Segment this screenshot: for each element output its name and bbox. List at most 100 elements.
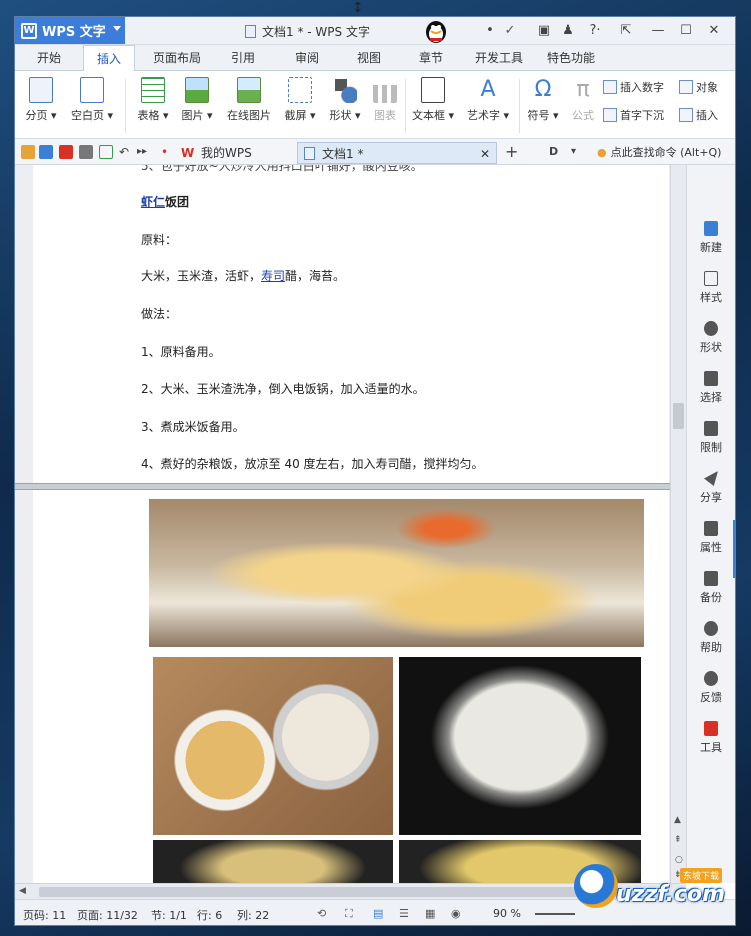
drop-cap-label: 首字下沉 (620, 109, 664, 122)
pin-icon[interactable]: • (161, 145, 175, 159)
tab-mywps-label: 我的WPS (201, 146, 252, 160)
new-tab-icon[interactable]: + (505, 144, 519, 160)
tab-page-layout[interactable]: 页面布局 (145, 45, 209, 71)
screenshot-button[interactable]: 截屏 ▾ (281, 77, 319, 123)
status-page[interactable]: 页面: 11/32 (77, 907, 138, 923)
page-view-icon[interactable]: ▤ (373, 907, 383, 920)
vertical-scrollbar[interactable]: ▲ ⇞ ○ ⇟ (670, 165, 686, 883)
status-col[interactable]: 列: 22 (237, 907, 269, 923)
chart-button[interactable]: 图表 (369, 77, 401, 123)
drop-cap-button[interactable]: 首字下沉 (603, 107, 664, 123)
tab-developer[interactable]: 开发工具 (469, 45, 529, 71)
tab-chapter[interactable]: 章节 (409, 45, 453, 71)
close-tab-icon[interactable]: ✕ (480, 143, 490, 165)
tab-document1[interactable]: 文档1 * ✕ (297, 142, 497, 164)
tab-mywps[interactable]: W 我的WPS (177, 142, 273, 164)
wps-menu-button[interactable]: W WPS 文字 (15, 17, 125, 44)
insert-more-button[interactable]: 插入 (679, 107, 718, 123)
eye-view-icon[interactable]: ◉ (451, 907, 461, 920)
shape-label: 形状 (329, 109, 352, 122)
tab-start[interactable]: 开始 (27, 45, 71, 71)
chevron-down-icon (113, 26, 121, 31)
minimize-button[interactable]: — (649, 22, 667, 40)
panel-feedback[interactable]: 反馈 (687, 671, 735, 705)
wordart-button[interactable]: A 艺术字 ▾ (463, 77, 513, 123)
panel-tools[interactable]: 工具 (687, 721, 735, 755)
tab-insert[interactable]: 插入 (83, 45, 135, 72)
photo-rice-balls[interactable] (149, 499, 644, 647)
scroll-up-icon[interactable]: ▲ (674, 815, 681, 825)
zoom-slider[interactable] (535, 913, 575, 915)
preview-icon[interactable] (99, 145, 113, 159)
more-icon[interactable]: ▸▸ (137, 145, 151, 159)
command-search[interactable]: ● 点此查找命令 (Alt+Q) (597, 144, 721, 160)
page-11[interactable]: 5、包子好放~人炒冷人用抖口白叶铺好，酸内豆咳。 虾仁饭团 原料： 大米，玉米渣… (33, 165, 669, 483)
save-icon[interactable] (39, 145, 53, 159)
watermark-subtitle: 东坡下载 (680, 868, 723, 883)
help-icon[interactable]: ?· (583, 22, 607, 40)
status-page-code[interactable]: 页码: 11 (23, 907, 66, 923)
formula-button[interactable]: π 公式 (565, 77, 601, 123)
horizontal-scroll-thumb[interactable] (39, 887, 587, 897)
status-zoom[interactable]: 90 % (493, 907, 521, 920)
panel-properties[interactable]: 属性 (687, 521, 735, 555)
blank-page-button[interactable]: 空白页 ▾ (67, 77, 117, 123)
panel-collapse-handle[interactable] (733, 520, 735, 578)
open-folder-icon[interactable] (21, 145, 35, 159)
panel-restrict[interactable]: 限制 (687, 421, 735, 455)
tab-review[interactable]: 审阅 (285, 45, 329, 71)
cut-line: 5、包子好放~人炒冷人用抖口白叶铺好，酸内豆咳。 (141, 165, 423, 173)
tab-reference[interactable]: 引用 (221, 45, 265, 71)
close-button[interactable]: ✕ (705, 22, 723, 40)
restore-docked-icon[interactable]: ⇱ (617, 22, 635, 40)
panel-share[interactable]: 分享 (687, 471, 735, 505)
document-area[interactable]: 5、包子好放~人炒冷人用抖口白叶铺好，酸内豆咳。 虾仁饭团 原料： 大米，玉米渣… (15, 165, 670, 883)
shape-button[interactable]: 形状 ▾ (325, 77, 365, 123)
insert-number-button[interactable]: 插入数字 (603, 79, 664, 95)
shirt-icon[interactable]: ♟ (559, 22, 577, 40)
d-icon[interactable]: D (549, 145, 563, 159)
screenshot-label: 截屏 (284, 109, 307, 122)
photo-rice-pot[interactable] (399, 657, 641, 835)
status-row[interactable]: 行: 6 (197, 907, 222, 923)
qq-penguin-icon[interactable] (423, 17, 449, 44)
page-break-button[interactable]: 分页 ▾ (21, 77, 61, 123)
picture-button[interactable]: 图片 ▾ (177, 77, 217, 123)
textbox-button[interactable]: 文本框 ▾ (409, 77, 457, 123)
skin-icon[interactable]: ▣ (535, 22, 553, 40)
ingredients-link[interactable]: 寿司 (261, 269, 285, 283)
page-12[interactable] (33, 490, 669, 883)
photo-cooked-rice[interactable] (153, 840, 393, 883)
photo-ingredients[interactable] (153, 657, 393, 835)
panel-shape[interactable]: 形状 (687, 321, 735, 355)
tab-features[interactable]: 特色功能 (539, 45, 603, 71)
table-button[interactable]: 表格 ▾ (133, 77, 173, 123)
maximize-button[interactable]: ☐ (677, 22, 695, 40)
pdf-icon[interactable] (59, 145, 73, 159)
toggle-icon[interactable]: ▾ (571, 145, 585, 159)
web-view-icon[interactable]: ▦ (425, 907, 435, 920)
shape-icon (333, 77, 357, 103)
panel-shape-label: 形状 (700, 341, 722, 354)
title-link[interactable]: 虾仁 (141, 195, 165, 209)
undo-icon[interactable]: ↶ (119, 145, 133, 159)
prev-page-icon[interactable]: ⇞ (674, 835, 682, 845)
status-section[interactable]: 节: 1/1 (151, 907, 187, 923)
history-icon[interactable]: ⟲ (317, 907, 326, 920)
panel-help[interactable]: 帮助 (687, 621, 735, 655)
online-picture-button[interactable]: 在线图片 (223, 77, 275, 123)
outline-view-icon[interactable]: ☰ (399, 907, 409, 920)
vertical-scroll-thumb[interactable] (673, 403, 684, 429)
tab-view[interactable]: 视图 (347, 45, 391, 71)
print-icon[interactable] (79, 145, 93, 159)
step-1: 1、原料备用。 (141, 345, 221, 359)
panel-new[interactable]: 新建 (687, 221, 735, 255)
symbol-button[interactable]: Ω 符号 ▾ (523, 77, 563, 123)
panel-select[interactable]: 选择 (687, 371, 735, 405)
panel-style[interactable]: 样式 (687, 271, 735, 305)
scroll-left-icon[interactable]: ◀ (19, 886, 26, 896)
object-button[interactable]: 对象 (679, 79, 718, 95)
panel-backup[interactable]: 备份 (687, 571, 735, 605)
feedback-icon[interactable]: ✓ (501, 22, 519, 40)
fullscreen-icon[interactable]: ⛶ (345, 907, 353, 921)
